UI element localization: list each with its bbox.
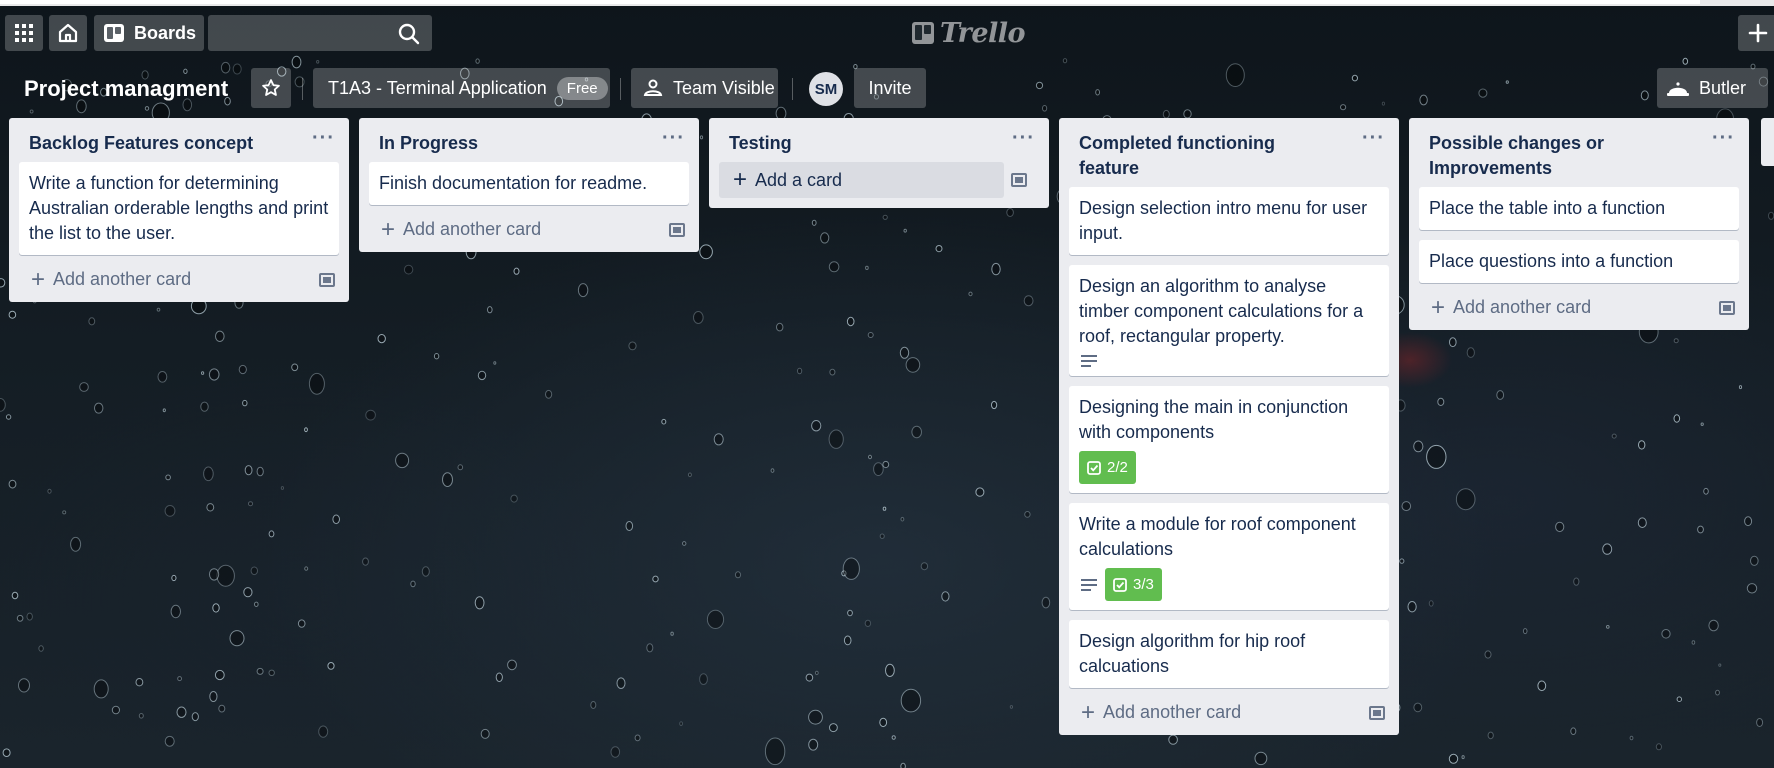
description-icon bbox=[1079, 578, 1097, 591]
search-icon[interactable] bbox=[398, 23, 420, 45]
add-card-label: Add a card bbox=[755, 169, 843, 190]
card-template-icon[interactable] bbox=[1719, 300, 1735, 315]
ellipsis-icon[interactable]: ··· bbox=[1012, 126, 1035, 151]
invite-button[interactable]: Invite bbox=[854, 68, 926, 108]
background-raindrops bbox=[0, 55, 1774, 768]
visibility-button[interactable]: Team Visible bbox=[631, 68, 778, 108]
list-backlog[interactable]: Backlog Features concept ··· Write a fun… bbox=[9, 118, 349, 302]
card-template-icon[interactable] bbox=[1011, 173, 1027, 187]
card[interactable]: Finish documentation for readme. bbox=[369, 162, 689, 205]
checklist-badge: 3/3 bbox=[1105, 568, 1162, 601]
avatar[interactable]: SM bbox=[809, 72, 843, 106]
board-title[interactable]: Project managment bbox=[24, 76, 228, 102]
plan-badge: Free bbox=[556, 76, 608, 100]
add-card-label: Add another card bbox=[1103, 702, 1242, 722]
list-title[interactable]: Possible changes or Improvements bbox=[1429, 133, 1604, 178]
card[interactable]: Design algorithm for hip roof calcuation… bbox=[1069, 620, 1389, 688]
card-title: Designing the main in conjunction with c… bbox=[1079, 397, 1349, 442]
card-template-icon[interactable] bbox=[669, 222, 685, 237]
card-title: Design algorithm for hip roof calcuation… bbox=[1079, 631, 1306, 676]
home-icon bbox=[58, 23, 78, 43]
header-divider bbox=[620, 78, 621, 100]
boards-button[interactable]: Boards bbox=[94, 15, 204, 51]
team-icon bbox=[643, 79, 663, 96]
ellipsis-icon[interactable]: ··· bbox=[1712, 126, 1735, 151]
trello-logo-icon bbox=[912, 22, 934, 44]
list-title[interactable]: In Progress bbox=[379, 133, 478, 153]
add-card-label: Add another card bbox=[403, 219, 542, 239]
search-input[interactable] bbox=[208, 15, 432, 51]
checklist-icon bbox=[1087, 460, 1101, 475]
description-icon bbox=[1079, 355, 1097, 367]
plus-icon: + bbox=[381, 215, 396, 243]
browser-top-strip bbox=[0, 0, 1774, 6]
add-card-button[interactable]: + Add another card bbox=[1431, 293, 1592, 321]
list-title[interactable]: Testing bbox=[729, 133, 792, 153]
next-list-edge[interactable] bbox=[1761, 118, 1774, 166]
home-button[interactable] bbox=[49, 15, 87, 51]
plus-icon: + bbox=[1431, 293, 1446, 321]
checklist-icon bbox=[1113, 577, 1127, 592]
checklist-count: 2/2 bbox=[1107, 459, 1128, 476]
add-card-button[interactable]: + Add a card bbox=[719, 162, 1004, 198]
header-divider bbox=[302, 78, 303, 100]
list-title[interactable]: Completed functioning feature bbox=[1079, 133, 1275, 178]
card-template-icon[interactable] bbox=[1369, 705, 1385, 720]
card[interactable]: Design an algorithm to analyse timber co… bbox=[1069, 265, 1389, 376]
plus-icon: + bbox=[1081, 698, 1096, 726]
create-button[interactable] bbox=[1738, 15, 1774, 51]
header-divider bbox=[792, 78, 793, 100]
checklist-badge: 2/2 bbox=[1079, 451, 1136, 484]
apps-button[interactable] bbox=[5, 15, 43, 51]
visibility-label: Team Visible bbox=[673, 77, 775, 98]
butler-button[interactable]: Butler bbox=[1657, 68, 1768, 108]
team-button[interactable]: T1A3 - Terminal Application Free bbox=[313, 68, 610, 108]
team-name: T1A3 - Terminal Application bbox=[328, 77, 547, 98]
card-title: Design an algorithm to analyse timber co… bbox=[1079, 276, 1364, 346]
list-in-progress[interactable]: In Progress ··· Finish documentation for… bbox=[359, 118, 699, 252]
boards-label: Boards bbox=[134, 22, 197, 43]
ellipsis-icon[interactable]: ··· bbox=[1362, 126, 1385, 151]
boards-icon bbox=[104, 24, 124, 42]
add-card-label: Add another card bbox=[1453, 297, 1592, 317]
star-icon bbox=[262, 79, 280, 96]
trello-logo-text: Trello bbox=[940, 17, 1026, 49]
plus-icon bbox=[1748, 23, 1768, 43]
list-possible-changes[interactable]: Possible changes or Improvements ··· Pla… bbox=[1409, 118, 1749, 330]
card[interactable]: Place questions into a function bbox=[1419, 240, 1739, 283]
board-header: Project managment T1A3 - Terminal Applic… bbox=[0, 68, 1774, 110]
card-title: Design selection intro menu for user inp… bbox=[1079, 198, 1368, 243]
trello-logo[interactable]: Trello bbox=[912, 17, 1026, 49]
butler-icon bbox=[1667, 82, 1689, 96]
card[interactable]: Write a module for roof component calcul… bbox=[1069, 503, 1389, 610]
list-completed[interactable]: Completed functioning feature ··· Design… bbox=[1059, 118, 1399, 735]
plus-icon: + bbox=[31, 265, 46, 293]
add-card-button[interactable]: + Add another card bbox=[1081, 698, 1242, 726]
add-card-label: Add another card bbox=[53, 269, 192, 289]
add-card-button[interactable]: + Add another card bbox=[31, 265, 192, 293]
butler-label: Butler bbox=[1699, 77, 1747, 98]
add-card-button[interactable]: + Add another card bbox=[381, 215, 542, 243]
ellipsis-icon[interactable]: ··· bbox=[662, 126, 685, 151]
card-title: Write a module for roof component calcul… bbox=[1079, 514, 1356, 559]
card[interactable]: Design selection intro menu for user inp… bbox=[1069, 187, 1389, 255]
list-title[interactable]: Backlog Features concept bbox=[29, 133, 253, 153]
app-header: Boards Trello bbox=[0, 12, 1774, 52]
card[interactable]: Write a function for determining Austral… bbox=[19, 162, 339, 255]
list-testing[interactable]: Testing ··· + Add a card bbox=[709, 118, 1049, 208]
card-template-icon[interactable] bbox=[319, 272, 335, 287]
card[interactable]: Place the table into a function bbox=[1419, 187, 1739, 230]
card[interactable]: Designing the main in conjunction with c… bbox=[1069, 386, 1389, 493]
ellipsis-icon[interactable]: ··· bbox=[312, 126, 335, 151]
star-board-button[interactable] bbox=[251, 68, 291, 108]
checklist-count: 3/3 bbox=[1133, 576, 1154, 593]
apps-grid-icon bbox=[15, 24, 33, 42]
plus-icon: + bbox=[733, 166, 748, 193]
